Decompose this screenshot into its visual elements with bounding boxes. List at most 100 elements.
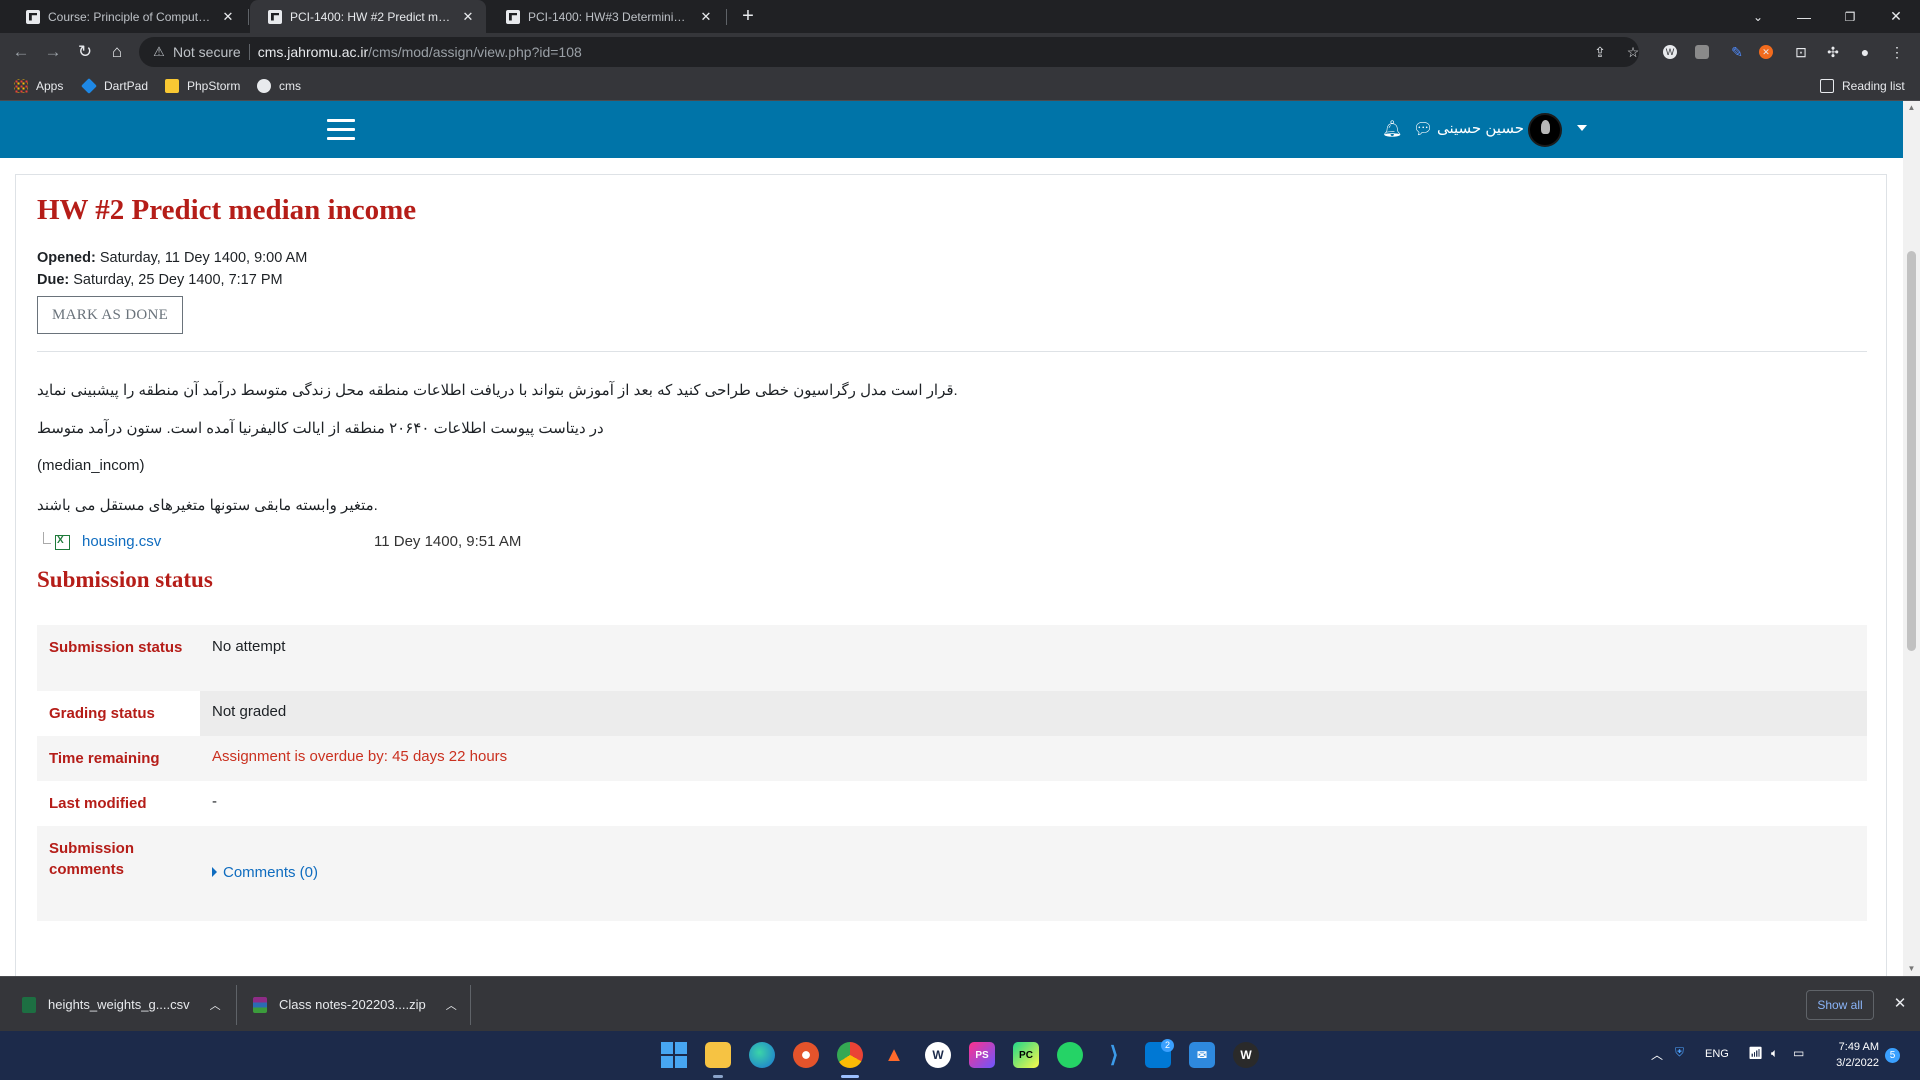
clock-time[interactable]: 7:49 AM <box>1832 1041 1879 1053</box>
wifi-icon[interactable]: 📶︎ <box>1748 1046 1763 1060</box>
intro-paragraph-1: .قرار است مدل رگراسیون خطی طراحی کنید که… <box>37 382 958 399</box>
moodle-favicon-icon <box>268 9 282 24</box>
download-item[interactable]: Class notes-202203....zip ︿ <box>253 977 457 1032</box>
table-row: Grading status Not graded <box>37 691 1867 736</box>
whatsapp-icon[interactable] <box>1057 1042 1083 1068</box>
windows-start-icon[interactable] <box>661 1042 687 1068</box>
notifications-bell-icon[interactable]: 🔔︎ <box>1382 119 1402 139</box>
user-menu-caret-icon[interactable] <box>1577 125 1587 131</box>
new-tab-button[interactable]: + <box>737 6 759 28</box>
download-item[interactable]: heights_weights_g....csv ︿ <box>22 977 221 1032</box>
row-label: Submission comments <box>49 840 135 878</box>
share-icon[interactable]: ⇪ <box>1590 42 1610 62</box>
minimize-icon[interactable]: — <box>1781 0 1827 33</box>
row-label: Submission status <box>49 639 183 656</box>
row-value: - <box>212 793 217 810</box>
moodle-navbar: 🔔︎ 💬︎ حسین حسینی <box>0 101 1903 158</box>
row-label: Time remaining <box>49 750 160 767</box>
close-tab-icon[interactable]: ✕ <box>220 9 236 25</box>
tray-overflow-chevron-icon[interactable]: ︿ <box>1651 1046 1663 1063</box>
row-label: Grading status <box>49 705 155 722</box>
volume-icon[interactable]: 🔈︎ <box>1771 1046 1778 1061</box>
menu-kebab-icon[interactable]: ⋮ <box>1887 42 1907 62</box>
warning-icon[interactable]: ⚠ <box>151 44 167 60</box>
mark-as-done-button[interactable]: MARK AS DONE <box>37 296 183 334</box>
profile-icon[interactable]: ● <box>1855 42 1875 62</box>
file-explorer-icon[interactable] <box>705 1042 731 1068</box>
chevron-up-icon[interactable]: ︿ <box>446 997 457 1013</box>
download-filename: Class notes-202203....zip <box>279 997 426 1012</box>
reload-icon[interactable]: ↻ <box>71 38 99 66</box>
language-indicator[interactable]: ENG <box>1705 1048 1729 1060</box>
scroll-down-icon[interactable]: ▼ <box>1903 962 1920 976</box>
restore-icon[interactable]: ❐ <box>1827 0 1873 33</box>
close-tab-icon[interactable]: ✕ <box>698 9 714 25</box>
phpstorm-icon[interactable]: PS <box>969 1042 995 1068</box>
running-indicator <box>713 1075 723 1078</box>
attachment-link[interactable]: housing.csv <box>82 533 161 550</box>
home-icon[interactable]: ⌂ <box>103 38 131 66</box>
chevron-up-icon[interactable]: ︿ <box>210 997 221 1013</box>
clock-date[interactable]: 3/2/2022 <box>1826 1057 1879 1069</box>
battery-icon[interactable]: ▭ <box>1793 1046 1804 1060</box>
matlab-icon[interactable]: ▲ <box>881 1042 907 1068</box>
pycharm-icon[interactable]: PC <box>1013 1042 1039 1068</box>
tab-hw2[interactable]: PCI-1400: HW #2 Predict median income ✕ <box>250 0 486 33</box>
scroll-up-icon[interactable]: ▲ <box>1903 101 1920 115</box>
tab-hw3[interactable]: PCI-1400: HW#3 Determining the ✕ <box>488 0 724 33</box>
table-row: Submission comments Comments (0) <box>37 826 1867 921</box>
extension-media-icon[interactable]: ⊡ <box>1791 42 1811 62</box>
forward-icon[interactable]: → <box>39 38 67 66</box>
bookmark-apps[interactable]: Apps <box>14 77 63 95</box>
bookmark-label: PhpStorm <box>187 79 241 93</box>
extension-orange-icon[interactable]: ✕ <box>1759 45 1773 59</box>
url-host[interactable]: cms.jahromu.ac.ir <box>258 44 368 60</box>
folder-icon <box>165 79 179 93</box>
download-divider <box>470 985 471 1025</box>
show-all-downloads-button[interactable]: Show all <box>1806 990 1874 1020</box>
notification-count-badge[interactable]: 5 <box>1885 1048 1900 1063</box>
bookmark-phpstorm[interactable]: PhpStorm <box>165 77 240 95</box>
extensions-puzzle-icon[interactable]: ✣ <box>1823 42 1843 62</box>
messages-chat-icon[interactable]: 💬︎ <box>1413 119 1433 139</box>
back-icon[interactable]: ← <box>7 38 35 66</box>
moodle-favicon-icon <box>506 9 520 24</box>
recorder-app-icon[interactable] <box>793 1042 819 1068</box>
close-downloads-icon[interactable]: ✕ <box>1890 994 1910 1014</box>
url-path[interactable]: /cms/mod/assign/view.php?id=108 <box>368 44 582 60</box>
main-content-card: HW #2 Predict median income Opened: Satu… <box>15 174 1887 976</box>
extension-blue-icon[interactable]: ✎ <box>1727 42 1747 62</box>
bookmark-label: DartPad <box>104 79 149 93</box>
security-label[interactable]: Not secure <box>173 44 241 60</box>
chrome-icon[interactable] <box>837 1042 863 1068</box>
tab-course[interactable]: Course: Principle of Computation ✕ <box>8 0 246 33</box>
apps-grid-icon <box>14 79 28 93</box>
comments-toggle[interactable]: Comments (0) <box>212 864 318 881</box>
app-w2-icon[interactable]: W <box>1233 1042 1259 1068</box>
mail-icon[interactable]: ✉ <box>1189 1042 1215 1068</box>
page-title: HW #2 Predict median income <box>37 194 417 226</box>
bookmark-dartpad[interactable]: DartPad <box>81 77 149 95</box>
winrar-archive-icon <box>253 996 267 1013</box>
opened-value: Saturday, 11 Dey 1400, 9:00 AM <box>99 250 308 266</box>
edge-browser-icon[interactable] <box>749 1042 775 1068</box>
comments-link[interactable]: Comments (0) <box>223 864 318 881</box>
address-bar[interactable]: ⚠ Not secure cms.jahromu.ac.ir/cms/mod/a… <box>139 37 1639 67</box>
close-window-icon[interactable]: ✕ <box>1873 0 1919 33</box>
extension-w-icon[interactable]: W <box>1663 45 1677 59</box>
hamburger-menu-icon[interactable] <box>327 119 355 141</box>
reading-list-button[interactable]: Reading list <box>1820 77 1905 95</box>
app-w-icon[interactable]: W <box>925 1042 951 1068</box>
vscode-icon[interactable]: ⟩ <box>1101 1042 1127 1068</box>
tab-search-icon[interactable]: ⌄ <box>1735 0 1781 33</box>
close-tab-icon[interactable]: ✕ <box>460 9 476 25</box>
page-scrollbar[interactable]: ▲ ▼ <box>1903 101 1920 976</box>
extension-gray-icon[interactable] <box>1695 45 1709 59</box>
user-name[interactable]: حسین حسینی <box>1437 119 1524 137</box>
bookmark-star-icon[interactable]: ☆ <box>1623 42 1643 62</box>
user-avatar[interactable] <box>1528 113 1562 147</box>
bookmark-cms[interactable]: cms <box>257 77 301 95</box>
downloads-bar: heights_weights_g....csv ︿ Class notes-2… <box>0 976 1920 1031</box>
defender-shield-icon[interactable]: ⛨ <box>1675 1045 1684 1060</box>
scrollbar-thumb[interactable] <box>1907 251 1916 651</box>
